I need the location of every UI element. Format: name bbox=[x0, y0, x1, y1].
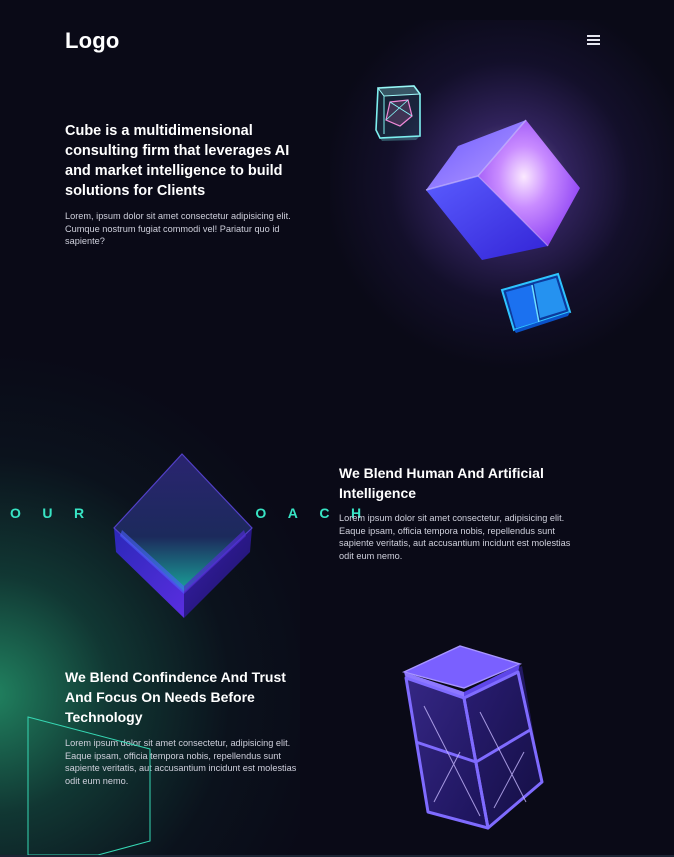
hero-description: Lorem, ipsum dolor sit amet consectetur … bbox=[65, 211, 291, 247]
landing-page: Logo Cube is a multidimensional consulti… bbox=[0, 0, 674, 857]
diamond-cube-illustration bbox=[113, 453, 253, 618]
hamburger-menu-icon[interactable] bbox=[584, 33, 604, 47]
outline-frame-decoration bbox=[27, 716, 151, 856]
section-human-ai-text: Lorem ipsum dolor sit amet consectetur, … bbox=[339, 513, 571, 561]
purple-cube-illustration bbox=[425, 119, 580, 260]
tall-wireframe-cube-illustration bbox=[401, 645, 544, 830]
blue-cube-illustration bbox=[500, 272, 572, 333]
hero-title: Cube is a multidimensional consulting fi… bbox=[65, 123, 290, 199]
logo[interactable]: Logo bbox=[65, 28, 120, 54]
glass-cube-small-illustration bbox=[375, 85, 421, 141]
section-human-ai-title: We Blend Human And Artificial Intelligen… bbox=[339, 465, 544, 501]
